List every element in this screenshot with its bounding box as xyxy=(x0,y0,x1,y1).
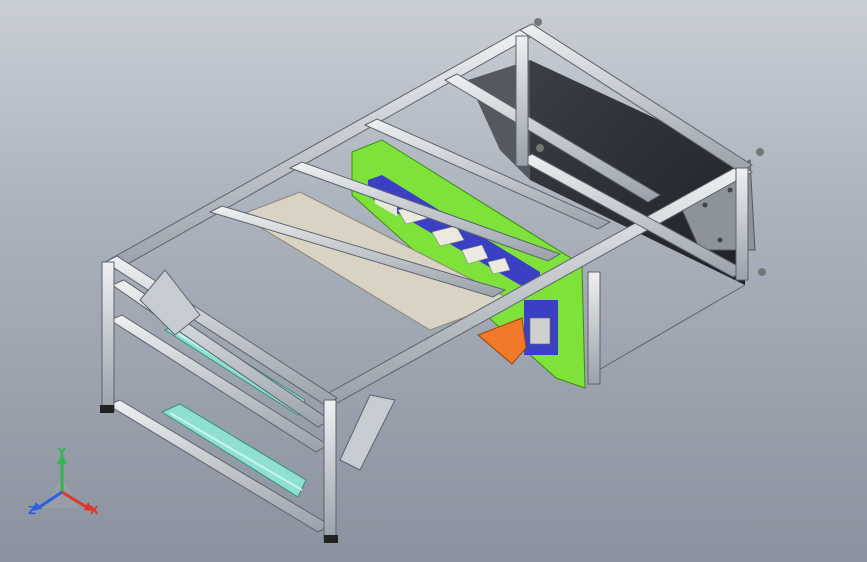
axis-label-x: X xyxy=(90,504,99,517)
end-cap xyxy=(758,268,766,276)
lower-carriage-block xyxy=(529,317,551,345)
bolt xyxy=(727,187,733,193)
foot xyxy=(324,535,338,543)
end-cap xyxy=(534,18,542,26)
bolt xyxy=(717,237,723,243)
coordinate-triad: Y X Z xyxy=(22,446,112,526)
axis-label-z: Z xyxy=(28,504,36,517)
end-cap xyxy=(756,148,764,156)
axis-label-y: Y xyxy=(58,446,66,459)
foot xyxy=(100,405,114,413)
end-cap xyxy=(536,144,544,152)
assembly-model[interactable] xyxy=(0,0,867,562)
cad-viewport[interactable]: Y X Z xyxy=(0,0,867,562)
bolt xyxy=(702,202,708,208)
